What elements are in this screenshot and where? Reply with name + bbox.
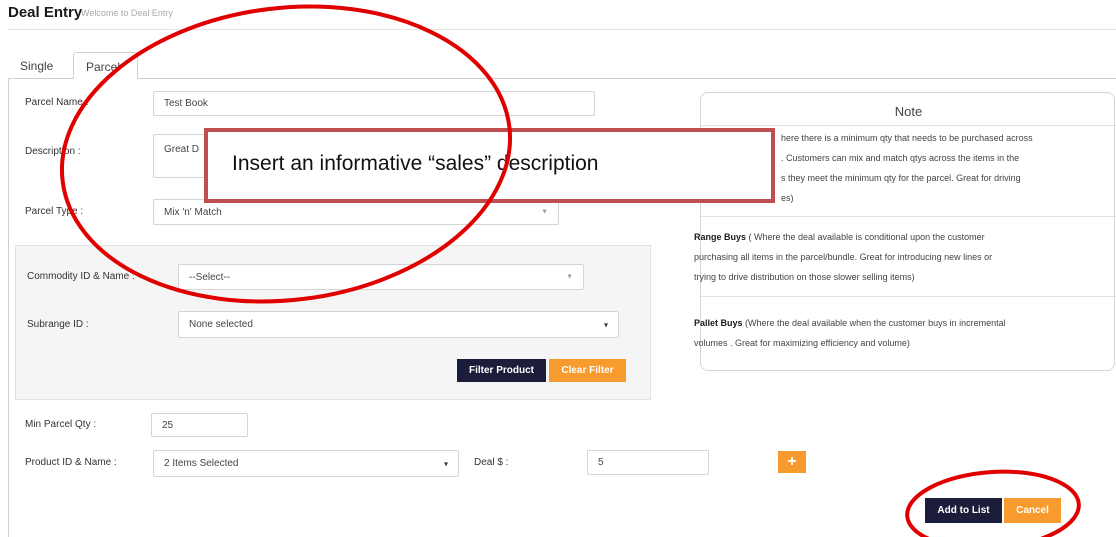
tab-divider: [8, 78, 1116, 79]
note-divider: [701, 125, 1116, 126]
product-select[interactable]: 2 Items Selected ▾: [153, 450, 459, 477]
range-title: Range Buys: [694, 232, 747, 242]
commodity-select[interactable]: --Select-- ▼: [178, 264, 584, 290]
panel-left-border: [8, 78, 9, 537]
min-qty-value: 25: [162, 419, 174, 431]
tab-parcel[interactable]: Parcel: [73, 52, 138, 79]
note-divider: [701, 216, 1116, 217]
subrange-value: None selected: [189, 319, 253, 330]
note-divider: [701, 296, 1116, 297]
pallet-text-line: Pallet Buys (Where the deal available wh…: [694, 313, 1006, 333]
deal-value: 5: [598, 457, 604, 468]
range-text: ( Where the deal available is conditiona…: [746, 232, 985, 242]
subrange-select[interactable]: None selected ▾: [178, 311, 619, 338]
commodity-value: --Select--: [189, 271, 231, 283]
product-label: Product ID & Name :: [25, 457, 117, 468]
range-text-line: purchasing all items in the parcel/bundl…: [694, 252, 993, 262]
min-qty-input[interactable]: 25: [151, 413, 248, 437]
cancel-button[interactable]: Cancel: [1004, 498, 1061, 523]
annotation-callout: Insert an informative “sales” descriptio…: [204, 128, 775, 203]
header-divider: [8, 29, 1116, 30]
mix-text-line: s they meet the minimum qty for the parc…: [781, 173, 1021, 183]
plus-icon[interactable]: +: [778, 451, 806, 473]
parcel-name-value: Test Book: [164, 98, 208, 109]
pallet-title: Pallet Buys: [694, 318, 743, 328]
caret-down-icon: ▾: [603, 320, 608, 329]
filter-product-button[interactable]: Filter Product: [457, 359, 546, 382]
min-qty-label: Min Parcel Qty :: [25, 419, 97, 430]
mix-text-line: . Customers can mix and match qtys acros…: [781, 153, 1020, 163]
mix-text-line: es): [781, 193, 794, 203]
caret-down-icon: ▾: [443, 459, 448, 468]
commodity-label: Commodity ID & Name :: [27, 271, 135, 282]
pallet-text-line: volumes . Great for maximizing efficienc…: [694, 338, 910, 348]
range-text-line: trying to drive distribution on those sl…: [694, 272, 915, 282]
deal-input[interactable]: 5: [587, 450, 709, 475]
note-title: Note: [894, 104, 923, 119]
product-value: 2 Items Selected: [164, 458, 239, 469]
mix-text-line: here there is a minimum qty that needs t…: [781, 133, 1033, 143]
caret-down-icon: ▼: [541, 208, 548, 216]
parcel-name-label: Parcel Name :: [25, 97, 89, 108]
subrange-label: Subrange ID :: [27, 319, 89, 330]
description-label: Description :: [25, 146, 81, 157]
caret-down-icon: ▼: [566, 273, 573, 281]
page-subtitle: Welcome to Deal Entry: [81, 8, 173, 18]
pallet-text: (Where the deal available when the custo…: [742, 318, 1006, 328]
tab-single[interactable]: Single: [8, 52, 71, 79]
parcel-type-value: Mix 'n' Match: [164, 206, 222, 218]
clear-filter-button[interactable]: Clear Filter: [549, 359, 626, 382]
add-to-list-button[interactable]: Add to List: [925, 498, 1002, 523]
range-text-line: Range Buys ( Where the deal available is…: [694, 227, 985, 247]
parcel-type-label: Parcel Type :: [25, 206, 84, 217]
parcel-name-input[interactable]: Test Book: [153, 91, 595, 116]
deal-label: Deal $ :: [474, 457, 509, 468]
page-title: Deal Entry: [8, 4, 83, 21]
description-value: Great D: [164, 144, 200, 155]
